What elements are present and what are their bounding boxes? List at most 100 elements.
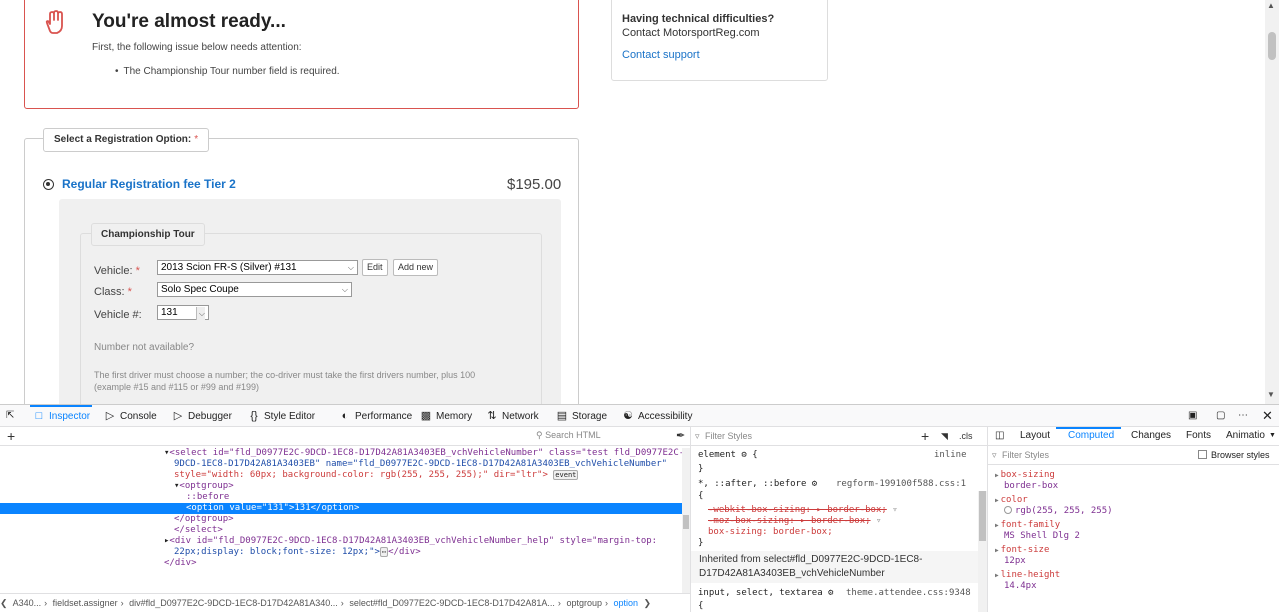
- rules-scrollbar[interactable]: [978, 491, 987, 612]
- breadcrumb-item[interactable]: fieldset.assigner: [53, 598, 118, 608]
- tree-line[interactable]: ▾<optgroup>: [0, 481, 682, 492]
- chevron-down-icon[interactable]: ▼: [1269, 432, 1276, 439]
- tree-line[interactable]: 9DCD-1EC8-D17D42A81A3403EB" name="fld_D0…: [0, 459, 682, 470]
- gear-icon[interactable]: ⚙: [741, 450, 746, 460]
- expand-icon[interactable]: ▶: [995, 522, 999, 529]
- tab-memory[interactable]: ▩ Memory: [420, 408, 472, 424]
- edit-vehicle-button[interactable]: Edit: [362, 259, 388, 276]
- computed-property[interactable]: ▶ font-size 12px: [995, 545, 1049, 567]
- breadcrumb-forward-icon[interactable]: ❯: [644, 598, 652, 608]
- property-name: box-sizing: [1000, 470, 1055, 480]
- gear-icon[interactable]: ⚙: [812, 479, 817, 489]
- filter-icon[interactable]: ▿: [876, 516, 881, 526]
- tab-animations[interactable]: Animatio: [1226, 430, 1265, 441]
- contact-support-link[interactable]: Contact support: [622, 49, 700, 61]
- scrollbar-thumb[interactable]: [979, 491, 986, 541]
- tree-line-selected[interactable]: <option value="131">131</option>: [0, 503, 682, 514]
- breadcrumb-item[interactable]: A340...: [13, 598, 42, 608]
- registration-option-label[interactable]: Regular Registration fee Tier 2: [62, 177, 236, 191]
- toggle-pseudo-icon[interactable]: ◥: [941, 427, 948, 446]
- vehicle-number-select[interactable]: 131 ⌵: [157, 305, 209, 320]
- tree-line[interactable]: 22px;display: block;font-size: 12px;"> ⋯ <…: [0, 547, 682, 558]
- computed-property[interactable]: ▶ font-family MS Shell Dlg 2: [995, 520, 1080, 542]
- filter-icon[interactable]: ▿: [892, 505, 897, 515]
- tree-line[interactable]: ::before: [0, 492, 682, 503]
- event-badge[interactable]: event: [553, 470, 579, 480]
- tree-line[interactable]: style="width: 60px; background-color: rg…: [0, 470, 682, 481]
- tab-storage[interactable]: ▤ Storage: [556, 408, 607, 424]
- rule-brace: {: [698, 491, 704, 501]
- breadcrumb-item[interactable]: select#fld_D0977E2C-9DCD-1EC8-D17D42A81A…: [349, 598, 555, 608]
- close-icon[interactable]: ✕: [1262, 408, 1273, 424]
- tab-fonts[interactable]: Fonts: [1186, 430, 1211, 441]
- expand-icon[interactable]: ▶: [995, 497, 999, 504]
- tab-console[interactable]: ▷ Console: [104, 408, 157, 424]
- gear-icon[interactable]: ⚙: [828, 588, 833, 598]
- cls-toggle[interactable]: .cls: [959, 427, 973, 446]
- search-html-input[interactable]: ⚲ Search HTML: [536, 430, 601, 441]
- browser-styles-checkbox[interactable]: Browser styles: [1198, 450, 1270, 460]
- tree-line[interactable]: ▸<div id="fld_D0977E2C-9DCD-1EC8-D17D42A…: [0, 536, 682, 547]
- number-not-available-link[interactable]: Number not available?: [94, 342, 194, 353]
- add-new-vehicle-button[interactable]: Add new: [393, 259, 439, 276]
- rule-source[interactable]: theme.attendee.css:9348: [846, 588, 971, 598]
- computed-property[interactable]: ▶ box-sizing border-box: [995, 470, 1058, 492]
- tab-performance[interactable]: ◐ Performance: [339, 408, 413, 424]
- add-rule-icon[interactable]: +: [921, 427, 929, 446]
- breadcrumb-back-icon[interactable]: ❮: [0, 598, 8, 608]
- collapsed-content-badge[interactable]: ⋯: [379, 547, 389, 557]
- eyedropper-icon[interactable]: ✒: [676, 429, 685, 442]
- expand-icon[interactable]: ▶: [995, 472, 999, 479]
- breadcrumb-item-current[interactable]: option: [613, 598, 638, 608]
- tab-layout[interactable]: Layout: [1020, 430, 1050, 441]
- tab-style-editor[interactable]: {} Style Editor: [248, 408, 315, 424]
- tab-changes[interactable]: Changes: [1131, 430, 1171, 441]
- checkbox-box[interactable]: [1198, 450, 1207, 459]
- tree-text: <div id="fld_D0977E2C-9DCD-1EC8-D17D42A8…: [169, 536, 658, 546]
- page-scrollbar[interactable]: ▲ ▼: [1265, 0, 1279, 404]
- chevron-down-icon: ⌵: [347, 263, 354, 272]
- html-tree[interactable]: ▾<select id="fld_D0977E2C-9DCD-1EC8-D17D…: [0, 448, 690, 593]
- dock-options-icon[interactable]: ▢: [1216, 408, 1225, 424]
- vehicle-select[interactable]: 2013 Scion FR-S (Silver) #131 ⌵: [157, 260, 358, 275]
- tree-line[interactable]: ▾<select id="fld_D0977E2C-9DCD-1EC8-D17D…: [0, 448, 684, 459]
- rule-source[interactable]: inline: [934, 450, 967, 460]
- tab-debugger[interactable]: ▷ Debugger: [172, 408, 232, 424]
- tab-accessibility[interactable]: ☯ Accessibility: [622, 408, 692, 424]
- registration-radio[interactable]: [43, 179, 54, 190]
- rule-source[interactable]: regform-199100f588.css:1: [836, 479, 966, 489]
- responsive-mode-icon[interactable]: ▣: [1188, 408, 1197, 424]
- color-swatch[interactable]: [1004, 506, 1012, 514]
- rule-declaration-overridden[interactable]: -webkit-box-sizing: ▸ border-box; ▿: [708, 505, 898, 515]
- computed-property[interactable]: ▶ line-height 14.4px: [995, 570, 1060, 592]
- add-node-icon[interactable]: +: [7, 428, 15, 444]
- tree-line[interactable]: </div>: [0, 558, 682, 569]
- tree-line[interactable]: </optgroup>: [0, 514, 682, 525]
- tab-label: Performance: [355, 411, 413, 422]
- scroll-down-icon[interactable]: ▼: [1267, 390, 1275, 399]
- pick-element-icon[interactable]: ⇱: [6, 408, 14, 424]
- scrollbar-thumb[interactable]: [683, 515, 689, 529]
- rule-declaration-overridden[interactable]: -moz-box-sizing: ▸ border-box; ▿: [708, 516, 881, 526]
- scrollbar-thumb[interactable]: [1268, 32, 1276, 60]
- tab-computed[interactable]: Computed: [1068, 430, 1114, 441]
- more-options-icon[interactable]: ⋯: [1238, 408, 1248, 424]
- breadcrumb: ❮ A340... › fieldset.assigner › div#fld_D0…: [0, 593, 690, 612]
- rules-filter-input[interactable]: ▿ Filter Styles + ◥ .cls: [691, 427, 988, 446]
- expand-icon[interactable]: ▶: [995, 572, 999, 579]
- breadcrumb-item[interactable]: div#fld_D0977E2C-9DCD-1EC8-D17D42A81A340…: [129, 598, 338, 608]
- breadcrumb-separator-icon: ›: [604, 598, 608, 608]
- tab-inspector[interactable]: □ Inspector: [33, 408, 90, 424]
- computed-property[interactable]: ▶ color rgb(255, 255, 255): [995, 495, 1113, 517]
- memory-chip-icon: ▩: [420, 410, 432, 422]
- scroll-up-icon[interactable]: ▲: [1267, 1, 1275, 10]
- expand-icon[interactable]: ▶: [995, 547, 999, 554]
- tree-line[interactable]: </select>: [0, 525, 682, 536]
- html-tree-scrollbar[interactable]: [682, 448, 690, 593]
- breadcrumb-item[interactable]: optgroup: [566, 598, 602, 608]
- rule-declaration[interactable]: box-sizing: border-box;: [708, 527, 833, 537]
- sidebar-toggle-icon[interactable]: ◫: [995, 430, 1004, 441]
- tab-network[interactable]: ⇅ Network: [486, 408, 538, 424]
- sidebar-tabbar: ◫ Layout Computed Changes Fonts Animatio…: [988, 427, 1279, 446]
- class-select[interactable]: Solo Spec Coupe ⌵: [157, 282, 352, 297]
